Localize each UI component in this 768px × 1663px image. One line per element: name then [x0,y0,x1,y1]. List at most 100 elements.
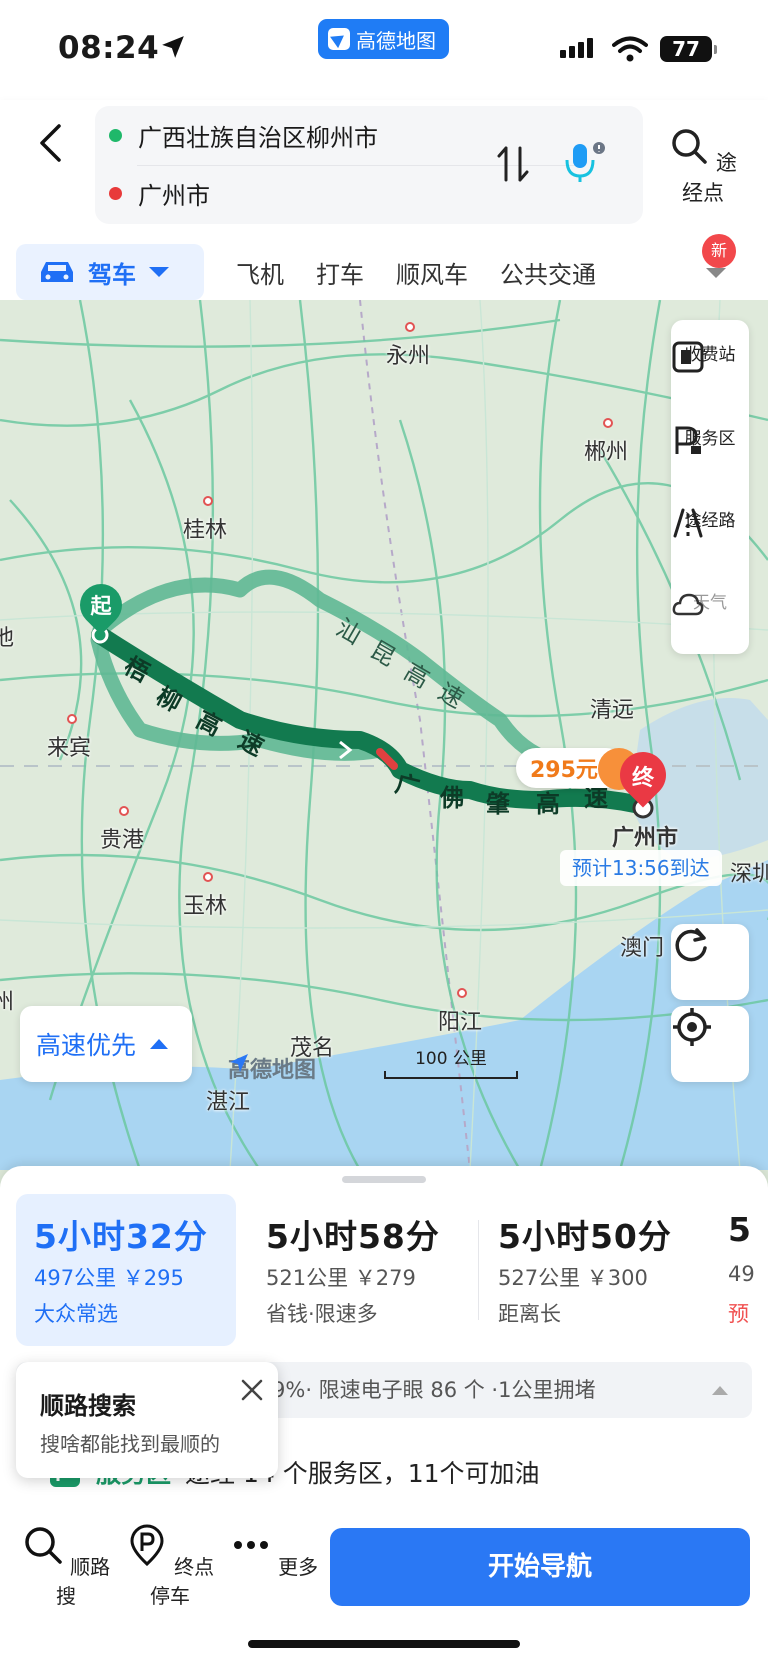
tool-toll-station[interactable]: 收费站 [671,340,749,373]
add-waypoint-button[interactable]: 途经点 [663,126,743,207]
sheet-drag-handle[interactable] [342,1176,426,1183]
back-button[interactable] [30,118,70,168]
city-label-yangjiang: 阳江 [438,1010,483,1035]
end-marker[interactable]: 终 [610,742,676,812]
route-tag: 大众常选 [34,1302,118,1326]
city-label-edge-left: 池 [0,626,15,651]
city-label-guilin: 桂林 [183,518,228,543]
city-label-zhanjiang: 湛江 [206,1090,251,1115]
route-option-1[interactable]: 5小时32分 497公里 ￥295 大众常选 [16,1194,236,1346]
location-arrow-icon [162,36,184,58]
start-pin-label: 起 [90,594,112,618]
origin-destination-box: 广西壮族自治区柳州市 广州市 [95,106,643,224]
nav-label: 顺路搜 [56,1555,111,1608]
cloud-icon [672,593,704,616]
amap-watermark: 高德地图 [228,1052,316,1084]
city-dot [203,872,213,882]
route-option-3[interactable]: 5小时50分 527公里 ￥300 距离长 [480,1194,700,1346]
map-view[interactable]: 永州 郴州 桂林 来宾 清远 广州市 贵港 玉林 澳门 阳江 茂名 深圳 湛江 … [0,300,768,1170]
tab-carpool[interactable]: 顺风车 [396,255,468,290]
city-label-shenzhen: 深圳 [730,862,768,887]
voice-mic-icon[interactable] [561,140,607,186]
city-dot [67,714,77,724]
route-preference-label: 高速优先 [36,1031,137,1060]
route-details-text: 9%· 限速电子眼 86 个 ·1公里拥堵 [272,1378,596,1402]
city-dot [405,322,415,332]
tool-weather[interactable]: 天气 [671,588,749,616]
city-dot [203,496,213,506]
city-label-edge-left-2: 州 [0,990,15,1015]
tool-via-road[interactable]: 途经路 [671,506,749,538]
destination-parking-button[interactable]: 终点停车 [122,1524,218,1609]
city-label-yulin: 玉林 [183,894,228,919]
wifi-icon [612,36,648,62]
route-distance-cost: 497公里 ￥295 [34,1266,184,1290]
destination-dot-icon [109,186,122,200]
start-marker[interactable]: 起 [71,575,131,638]
route-option-4[interactable]: 5 49 预 [710,1194,768,1346]
city-dot [457,988,467,998]
along-route-search-tooltip[interactable]: 顺路搜索 搜啥都能找到最顺的 [16,1362,278,1478]
origin-text: 广西壮族自治区柳州市 [138,123,378,152]
scale-label: 100 公里 [415,1049,487,1069]
bottom-action-bar: 顺路搜 终点停车 更多 开始导航 [0,1502,768,1663]
parking-cup-icon [675,426,701,454]
caret-up-icon [150,1039,169,1049]
route-duration: 5小时50分 [498,1217,672,1256]
parking-pin-icon [130,1524,164,1567]
back-to-app-pill[interactable]: 高德地图 [318,19,449,59]
route-tag: 预 [728,1302,749,1326]
tab-driving[interactable]: 驾车 [16,244,204,300]
swap-icon[interactable] [495,144,531,184]
tab-taxi[interactable]: 打车 [316,255,364,290]
tool-service-area[interactable]: 服务区 [671,424,749,454]
expand-caret-icon [712,1386,728,1395]
search-icon [672,129,707,164]
toll-cost-bubble[interactable]: 295元 [516,748,640,790]
route-divider [478,1220,479,1320]
destination-field[interactable]: 广州市 [109,168,210,218]
more-button[interactable]: 更多 [226,1524,322,1580]
status-bar: 08:24 高德地图 77 [0,0,768,100]
tab-public-transit[interactable]: 公共交通 [500,255,596,290]
road-label-char: 肇 [486,790,510,818]
locate-me-button[interactable] [671,1006,749,1082]
road-label-char: 高 [536,790,560,818]
city-dot [119,806,129,816]
route-tag: 距离长 [498,1302,561,1326]
route-tag: 省钱·限速多 [266,1302,378,1326]
city-label-guangzhou: 广州市 [612,826,679,851]
origin-field[interactable]: 广西壮族自治区柳州市 [109,110,378,160]
along-route-search-button[interactable]: 顺路搜 [18,1524,114,1609]
city-dot [603,418,613,428]
start-navigation-button[interactable]: 开始导航 [330,1528,750,1606]
amap-logo-icon [328,28,350,50]
tooltip-title: 顺路搜索 [40,1392,136,1420]
back-arrow-icon [40,124,61,162]
route-option-2[interactable]: 5小时58分 521公里 ￥279 省钱·限速多 [248,1194,468,1346]
refresh-route-button[interactable] [671,924,749,1000]
city-label-yongzhou: 永州 [386,344,431,369]
route-distance-cost: 49 [728,1262,755,1286]
battery-icon: 77 [660,36,717,62]
route-preference-button[interactable]: 高速优先 [20,1006,192,1082]
close-icon[interactable] [238,1376,266,1404]
more-dots-icon [233,1541,268,1549]
city-label-guigang: 贵港 [100,828,145,853]
city-label-laibin: 来宾 [47,736,92,761]
travel-mode-tabs: 驾车 飞机 打车 顺风车 公共交通 新 [16,234,756,300]
city-label-chenzhou: 郴州 [584,440,629,465]
route-duration: 5 [728,1210,752,1249]
route-distance-cost: 521公里 ￥279 [266,1266,416,1290]
toll-station-icon [672,341,704,373]
route-header: 广西壮族自治区柳州市 广州市 途经点 驾车 飞机 打车 顺风车 公共交通 新 [0,100,768,322]
tab-driving-label: 驾车 [88,260,136,289]
route-distance-cost: 527公里 ￥300 [498,1266,648,1290]
scale-bar [384,1071,518,1079]
eta-label: 预计13:56到达 [560,850,722,886]
end-pin-label: 终 [631,766,654,791]
tab-flight[interactable]: 飞机 [236,255,284,290]
home-indicator [248,1640,520,1648]
road-label-char: 佛 [440,784,464,812]
refresh-icon [675,928,707,962]
